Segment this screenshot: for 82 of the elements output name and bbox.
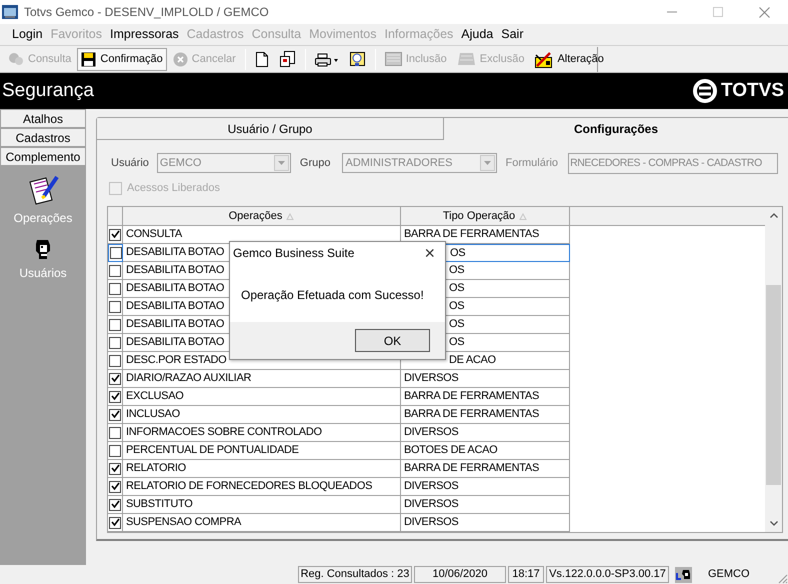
toolbar-button[interactable]: Alteração (530, 48, 608, 70)
help-icon (348, 51, 366, 67)
sort-arrow-icon (519, 212, 528, 220)
checkbox[interactable] (109, 264, 121, 276)
pencil-edit-icon (534, 50, 554, 68)
scroll-up-icon (770, 213, 778, 218)
close-icon (759, 6, 770, 18)
maximize-icon (713, 7, 723, 17)
menu-item[interactable]: Ajuda (457, 25, 498, 44)
status-user: GEMCO (708, 567, 751, 582)
table-cell: DIVERSOS (401, 496, 570, 514)
table-cell: INFORMACOES SOBRE CONTROLADO (123, 424, 401, 442)
status-panel: 18:17 (508, 566, 544, 583)
user-status-icon (675, 566, 692, 582)
logo-text: TOTVS (721, 78, 784, 103)
sidebar-section-button[interactable]: Atalhos (0, 109, 86, 128)
status-panel: Vs.122.0.0.0-SP3.00.17 (546, 566, 669, 583)
menu-item[interactable]: Impressoras (106, 25, 183, 44)
checkbox[interactable] (109, 282, 121, 294)
tab[interactable]: Usuário / Grupo (97, 118, 444, 140)
table-cell: PERCENTUAL DE PONTUALIDADE (123, 442, 401, 460)
dialog-title: Gemco Business Suite (233, 245, 356, 262)
checkbox[interactable] (109, 480, 121, 492)
table-cell: RELATORIO (123, 460, 401, 478)
table-cell: BARRA DE FERRAMENTAS (401, 388, 570, 406)
sort-arrow-icon (286, 212, 294, 220)
documents-icon (278, 51, 296, 67)
checkbox[interactable] (109, 336, 121, 348)
app-icon (2, 5, 18, 19)
scrollbar[interactable] (765, 207, 782, 532)
checkbox[interactable] (109, 426, 121, 438)
table-cell: RELATORIO DE FORNECEDORES BLOQUEADOS (123, 478, 401, 496)
menu-item[interactable]: Login (8, 25, 47, 44)
scrollbar-thumb[interactable] (766, 285, 781, 485)
checkbox-label: Acessos Liberados (127, 180, 220, 196)
checkbox[interactable] (109, 462, 121, 474)
table-cell: BOTOES DE ACAO (401, 442, 570, 460)
menu-item[interactable]: Sair (497, 25, 528, 44)
table-cell: DIVERSOS (401, 424, 570, 442)
cancel-icon (172, 52, 188, 66)
scroll-down-icon (770, 521, 778, 526)
field-label: Formulário (505, 156, 558, 171)
checkbox[interactable] (109, 354, 121, 366)
page-title: Segurança (1, 78, 94, 103)
sidebar-section-button[interactable]: Complemento (0, 147, 86, 166)
grid-icon (384, 52, 402, 66)
checkbox[interactable] (109, 300, 121, 312)
sidebar-section-button[interactable]: Cadastros (0, 128, 86, 147)
checkbox[interactable] (109, 444, 121, 456)
table-cell: DIVERSOS (401, 514, 570, 532)
table-cell: EXCLUSAO (123, 388, 401, 406)
toolbar-button[interactable]: Confirmação (77, 48, 167, 70)
resize-grip-icon (776, 572, 788, 584)
table-cell: SUBSTITUTO (123, 496, 401, 514)
column-header[interactable]: Tipo Operação (401, 207, 570, 226)
table-cell: DIARIO/RAZAO AUXILIAR (123, 370, 401, 388)
table-cell: DIVERSOS (401, 370, 570, 388)
table-cell: BARRA DE FERRAMENTAS (401, 460, 570, 478)
field-label: Grupo (300, 156, 330, 171)
table-cell: BARRA DE FERRAMENTAS (401, 406, 570, 424)
checkbox[interactable] (109, 318, 121, 330)
table-cell: DIVERSOS (401, 478, 570, 496)
new-document-icon (254, 52, 269, 66)
checkbox[interactable] (110, 247, 122, 259)
checkbox[interactable] (109, 390, 121, 402)
checkbox[interactable] (109, 498, 121, 510)
checkbox[interactable] (109, 228, 121, 240)
table-cell: INCLUSAO (123, 406, 401, 424)
field-label: Usuário (111, 156, 149, 171)
checkbox[interactable] (109, 408, 121, 420)
close-button[interactable]: × (424, 244, 435, 262)
window-title: Totvs Gemco - DESENV_IMPLOLD / GEMCO (24, 4, 269, 21)
status-panel: 10/06/2020 (414, 566, 506, 583)
table-cell: SUSPENSAO COMPRA (123, 514, 401, 532)
printer-icon (314, 52, 339, 66)
checkbox[interactable] (109, 516, 121, 528)
ok-button[interactable]: OK (355, 329, 430, 352)
column-header[interactable]: Operações (123, 207, 401, 226)
status-panel: Reg. Consultados : 23 (298, 566, 412, 583)
checkbox[interactable] (109, 372, 121, 384)
logo-icon (693, 79, 717, 103)
minimize-icon (667, 11, 677, 13)
